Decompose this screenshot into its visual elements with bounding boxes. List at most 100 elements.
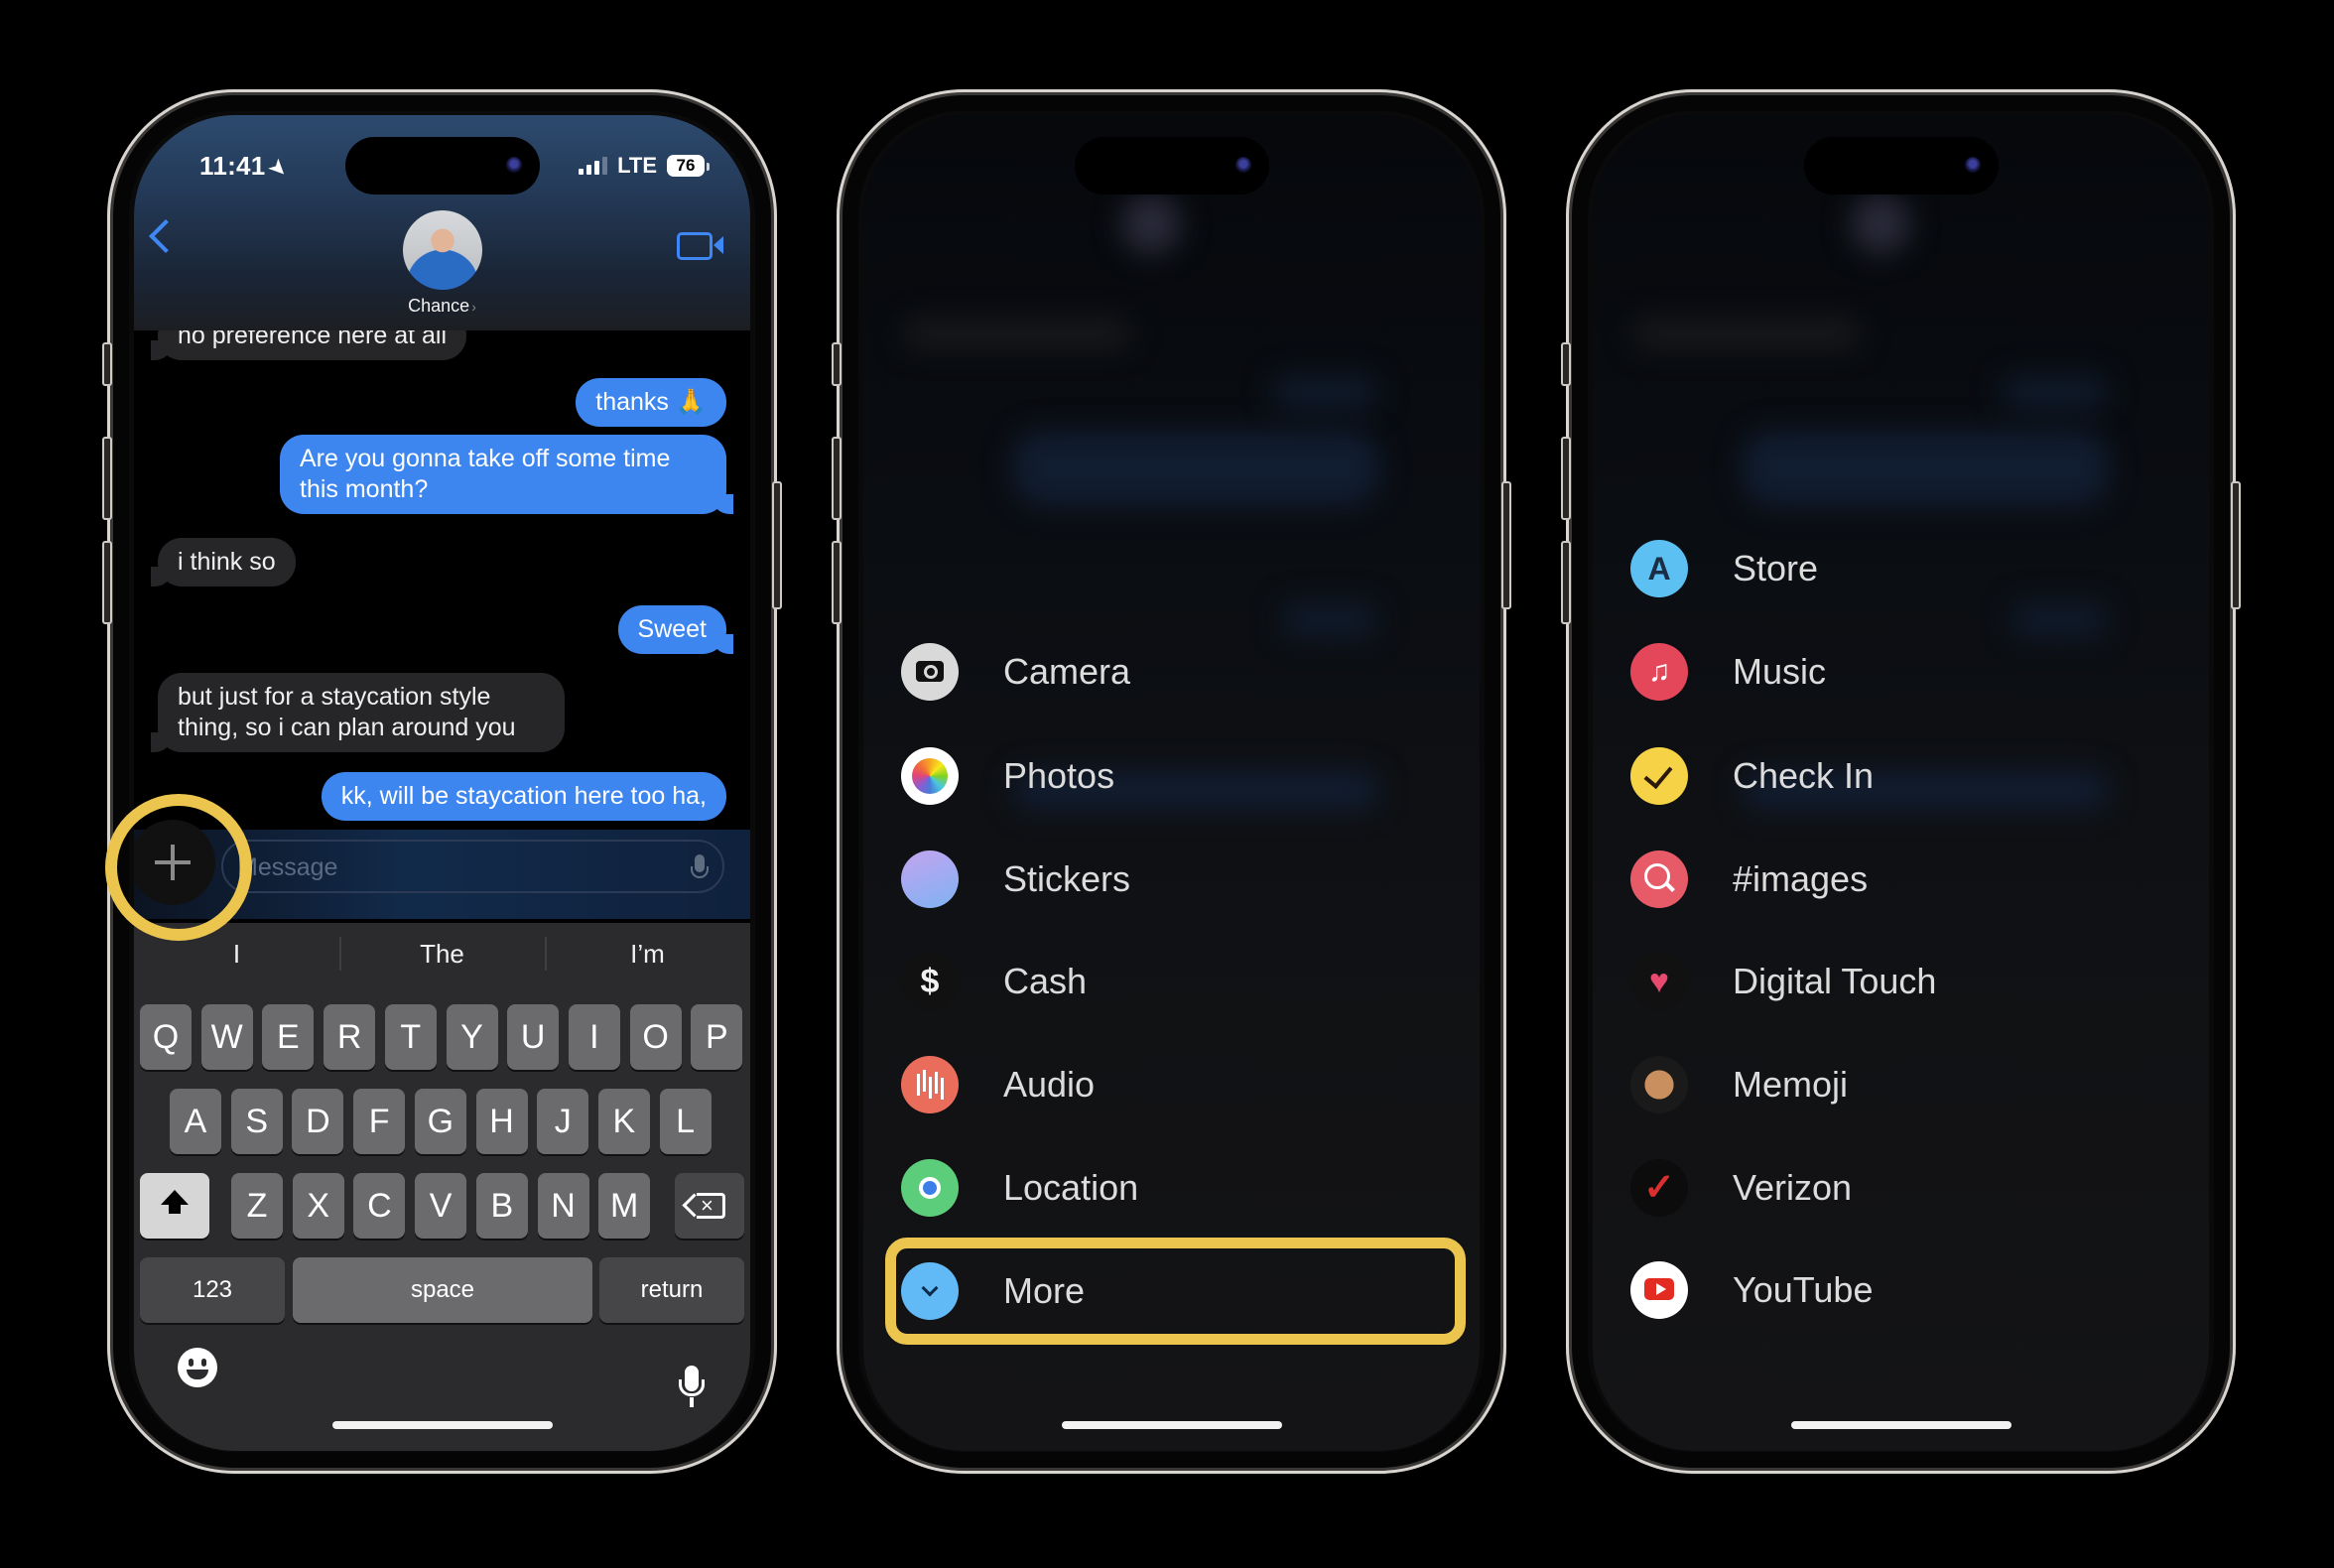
key-j[interactable]: J (537, 1089, 589, 1154)
key-u[interactable]: U (507, 1004, 560, 1070)
action-button (1561, 342, 1571, 386)
photos-icon (901, 747, 959, 805)
home-indicator[interactable] (1790, 1421, 2011, 1429)
message-input[interactable]: Message (221, 840, 724, 893)
key-x[interactable]: X (292, 1173, 344, 1239)
menu-item-label: Music (1733, 651, 1827, 692)
side-button (2231, 481, 2241, 609)
menu-item-label: Photos (1003, 755, 1115, 796)
key-l[interactable]: L (659, 1089, 712, 1154)
action-button (102, 342, 112, 386)
menu-item-images[interactable]: #images (1630, 834, 2179, 925)
shift-arrow-icon (161, 1190, 189, 1214)
key-q[interactable]: Q (140, 1004, 192, 1070)
status-time: 11:41➤ (199, 151, 292, 183)
delete-key[interactable] (675, 1173, 744, 1239)
side-button (772, 481, 782, 609)
menu-item-youtube[interactable]: YouTube (1630, 1244, 2179, 1336)
microphone-icon[interactable] (679, 1366, 705, 1407)
home-indicator[interactable] (1061, 1421, 1282, 1429)
key-b[interactable]: B (475, 1173, 528, 1239)
menu-item-verizon[interactable]: ✓ Verizon (1630, 1142, 2179, 1234)
home-indicator[interactable] (331, 1421, 553, 1429)
menu-item-music[interactable]: ♫ Music (1630, 626, 2179, 718)
video-call-icon[interactable] (677, 232, 723, 260)
numbers-key[interactable]: 123 (140, 1257, 285, 1323)
shift-key[interactable] (140, 1173, 209, 1239)
key-h[interactable]: H (475, 1089, 528, 1154)
key-p[interactable]: P (691, 1004, 743, 1070)
volume-down-button (832, 541, 842, 624)
back-chevron-icon[interactable] (149, 219, 183, 253)
message-placeholder: Message (237, 853, 338, 881)
blurred-avatar (1851, 195, 1910, 254)
return-key[interactable]: return (599, 1257, 744, 1323)
emoji-icon[interactable] (178, 1348, 217, 1387)
volume-up-button (832, 437, 842, 520)
key-y[interactable]: Y (446, 1004, 498, 1070)
keyboard: I The I’m QWERTYUIOP ASDFGHJKL ZXCVBNM 1… (134, 923, 750, 1451)
key-d[interactable]: D (292, 1089, 344, 1154)
key-k[interactable]: K (597, 1089, 650, 1154)
key-w[interactable]: W (200, 1004, 253, 1070)
menu-item-label: Audio (1003, 1064, 1096, 1105)
menu-item-store[interactable]: A Store (1630, 523, 2179, 614)
key-n[interactable]: N (537, 1173, 589, 1239)
key-e[interactable]: E (262, 1004, 315, 1070)
key-z[interactable]: Z (231, 1173, 283, 1239)
key-r[interactable]: R (324, 1004, 376, 1070)
menu-item-label: Verizon (1733, 1167, 1853, 1208)
blurred-bubble (1270, 375, 1379, 411)
check-in-icon (1630, 747, 1688, 805)
key-v[interactable]: V (415, 1173, 467, 1239)
location-arrow-icon: ➤ (263, 155, 292, 183)
digital-touch-icon: ♥ (1630, 953, 1688, 1010)
menu-item-memoji[interactable]: Memoji (1630, 1039, 2179, 1130)
images-search-icon (1630, 850, 1688, 908)
menu-item-audio[interactable]: Audio (901, 1039, 1450, 1130)
menu-item-check-in[interactable]: Check In (1630, 730, 2179, 822)
app-store-icon: A (1630, 540, 1688, 597)
dictation-mic-icon[interactable] (691, 854, 709, 878)
backspace-icon (696, 1186, 725, 1226)
menu-item-label: Check In (1733, 755, 1875, 796)
volume-down-button (1561, 541, 1571, 624)
message-bubble-outgoing: thanks 🙏 (576, 378, 726, 427)
key-a[interactable]: A (170, 1089, 221, 1154)
cellular-signal-icon (579, 157, 608, 175)
menu-item-camera[interactable]: Camera (901, 626, 1450, 718)
menu-item-location[interactable]: Location (901, 1142, 1450, 1234)
dynamic-island (1074, 137, 1269, 195)
key-s[interactable]: S (230, 1089, 283, 1154)
key-c[interactable]: C (353, 1173, 406, 1239)
blurred-bubble (1742, 431, 2109, 506)
message-bubble-outgoing: Are you gonna take off some time this mo… (280, 435, 733, 514)
suggestion[interactable]: The (339, 923, 545, 984)
menu-item-label: YouTube (1733, 1269, 1874, 1310)
action-button (832, 342, 842, 386)
menu-item-stickers[interactable]: Stickers (901, 834, 1450, 925)
menu-item-photos[interactable]: Photos (901, 730, 1450, 822)
battery-icon: 76 (667, 155, 710, 177)
dynamic-island (1803, 137, 1999, 195)
phone-more-apps: A Store ♫ Music Check In #images ♥ Digital … (1561, 89, 2241, 1474)
contact-name[interactable]: Chance › (134, 296, 750, 317)
menu-item-cash[interactable]: $ Cash (901, 936, 1450, 1027)
suggestion[interactable]: I’m (545, 923, 750, 984)
contact-avatar[interactable] (402, 210, 482, 290)
key-t[interactable]: T (384, 1004, 437, 1070)
dynamic-island (344, 137, 540, 195)
key-o[interactable]: O (629, 1004, 682, 1070)
menu-item-label: Location (1003, 1167, 1139, 1208)
front-camera-icon (1234, 157, 1251, 173)
space-key[interactable]: space (293, 1257, 592, 1323)
menu-item-label: Memoji (1733, 1064, 1849, 1105)
key-g[interactable]: G (414, 1089, 466, 1154)
audio-waveform-icon (901, 1056, 959, 1113)
blurred-avatar (1121, 195, 1181, 254)
menu-item-digital-touch[interactable]: ♥ Digital Touch (1630, 936, 2179, 1027)
key-m[interactable]: M (598, 1173, 651, 1239)
key-i[interactable]: I (568, 1004, 620, 1070)
key-f[interactable]: F (353, 1089, 406, 1154)
status-indicators: LTE 76 (579, 153, 710, 179)
